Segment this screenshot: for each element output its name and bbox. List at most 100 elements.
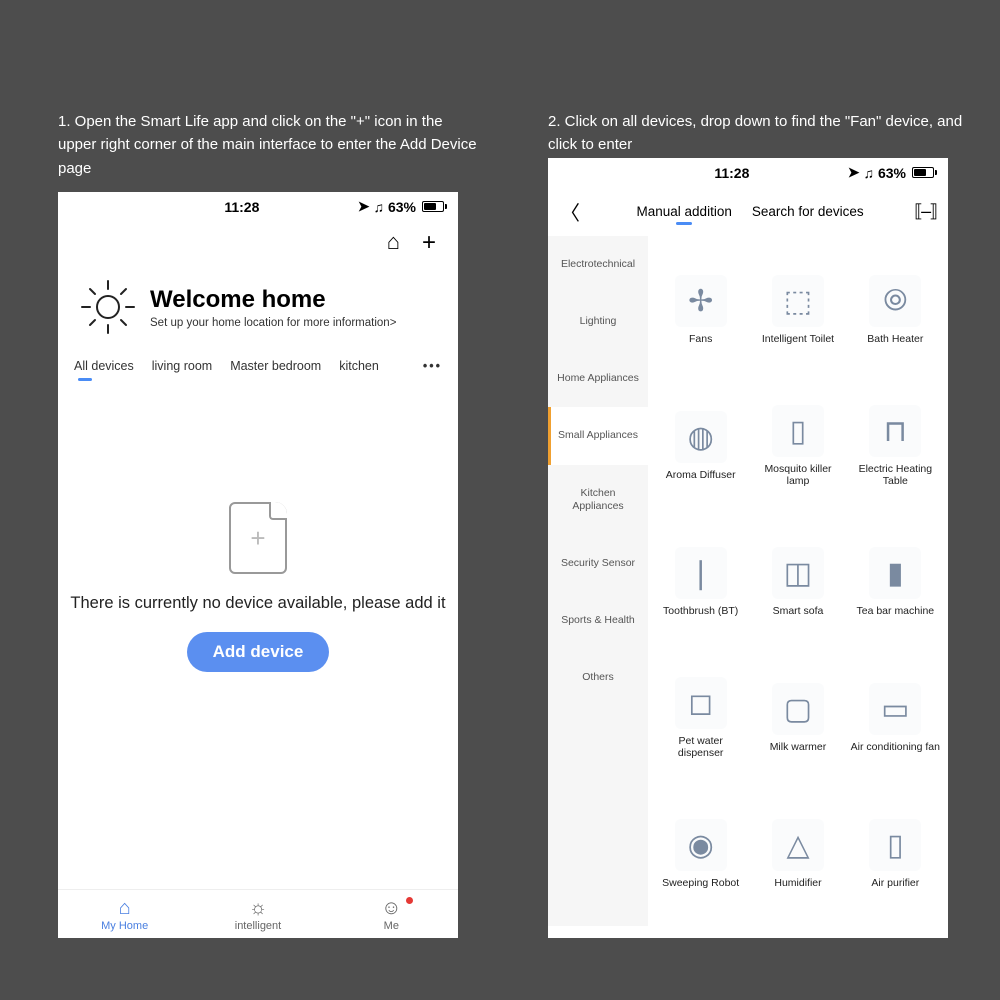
user-icon: ☺ xyxy=(381,898,401,918)
device-label: Aroma Diffuser xyxy=(666,469,736,481)
device-grid: ✢ Fans ⬚ Intelligent Toilet ⦾ Bath Heater ◍ Aro… xyxy=(648,236,948,926)
device-humidifier[interactable]: △ Humidifier xyxy=(749,786,846,922)
location-icon: ➤ xyxy=(848,164,860,181)
headphones-icon: ♫ xyxy=(373,199,384,215)
back-button[interactable]: 〈 xyxy=(560,197,586,226)
category-security-sensor[interactable]: Security Sensor xyxy=(548,535,648,592)
device-air-conditioning-fan[interactable]: ▭ Air conditioning fan xyxy=(847,650,944,786)
welcome-title: Welcome home xyxy=(150,286,396,314)
room-tabs: All devices living room Master bedroom k… xyxy=(58,353,458,377)
device-icon: ❘ xyxy=(675,547,727,599)
device-smart-sofa[interactable]: ◫ Smart sofa xyxy=(749,514,846,650)
device-icon: △ xyxy=(772,819,824,871)
battery-icon xyxy=(912,167,934,178)
device-mosquito-killer-lamp[interactable]: ▯ Mosquito killer lamp xyxy=(749,378,846,514)
status-bar: 11:28 ➤ ♫ 63% xyxy=(548,158,948,187)
device-label: Electric Heating Table xyxy=(851,463,940,487)
empty-state: There is currently no device available, … xyxy=(58,377,458,797)
device-icon: ▭ xyxy=(869,683,921,735)
category-small-appliances[interactable]: Small Appliances xyxy=(548,407,648,464)
status-time: 11:28 xyxy=(126,199,358,215)
welcome-subtitle[interactable]: Set up your home location for more infor… xyxy=(150,317,396,329)
device-fans[interactable]: ✢ Fans xyxy=(652,242,749,378)
device-icon: ▢ xyxy=(772,683,824,735)
instruction-step-2: 2. Click on all devices, drop down to fi… xyxy=(548,110,968,157)
weather-sun-icon xyxy=(80,279,136,335)
phone-screen-home: 11:28 ➤ ♫ 63% ⌂ + Welcome home Set up yo… xyxy=(58,192,458,938)
device-milk-warmer[interactable]: ▢ Milk warmer xyxy=(749,650,846,786)
device-pet-water-dispenser[interactable]: ◻ Pet water dispenser xyxy=(652,650,749,786)
add-device-button[interactable]: Add device xyxy=(187,632,330,672)
mic-icon[interactable]: ⌂ xyxy=(387,231,400,255)
headphones-icon: ♫ xyxy=(863,165,874,181)
tab-search-devices[interactable]: Search for devices xyxy=(746,204,870,219)
phone-screen-add-device: 11:28 ➤ ♫ 63% 〈 Manual addition Search f… xyxy=(548,158,948,938)
category-electrotechnical[interactable]: Electrotechnical xyxy=(548,236,648,293)
battery-icon xyxy=(422,201,444,212)
device-label: Smart sofa xyxy=(773,605,824,617)
device-icon: ⊓ xyxy=(869,405,921,457)
device-icon: ⦾ xyxy=(869,275,921,327)
empty-text: There is currently no device available, … xyxy=(70,592,445,615)
category-home-appliances[interactable]: Home Appliances xyxy=(548,350,648,407)
category-sports-health[interactable]: Sports & Health xyxy=(548,592,648,649)
room-tab-all[interactable]: All devices xyxy=(74,359,134,373)
room-tab-more[interactable]: ••• xyxy=(423,359,442,373)
add-plus-button[interactable]: + xyxy=(422,231,436,255)
room-tab-kitchen[interactable]: kitchen xyxy=(339,359,379,373)
battery-percent: 63% xyxy=(878,165,906,181)
bulb-icon: ☼ xyxy=(249,898,267,918)
tab-intelligent[interactable]: ☼ intelligent xyxy=(191,898,324,932)
category-sidebar: ElectrotechnicalLightingHome AppliancesS… xyxy=(548,236,648,926)
tab-manual-addition[interactable]: Manual addition xyxy=(631,204,738,219)
device-label: Intelligent Toilet xyxy=(762,333,834,345)
device-icon: ⬚ xyxy=(772,275,824,327)
category-kitchen-appliances[interactable]: Kitchen Appliances xyxy=(548,465,648,535)
room-tab-living[interactable]: living room xyxy=(152,359,212,373)
device-label: Air conditioning fan xyxy=(851,741,940,753)
device-aroma-diffuser[interactable]: ◍ Aroma Diffuser xyxy=(652,378,749,514)
device-icon: ◉ xyxy=(675,819,727,871)
device-label: Humidifier xyxy=(774,877,821,889)
status-bar: 11:28 ➤ ♫ 63% xyxy=(58,192,458,221)
device-label: Mosquito killer lamp xyxy=(753,463,842,487)
device-intelligent-toilet[interactable]: ⬚ Intelligent Toilet xyxy=(749,242,846,378)
device-bath-heater[interactable]: ⦾ Bath Heater xyxy=(847,242,944,378)
device-label: Toothbrush (BT) xyxy=(663,605,738,617)
device-icon: ◻ xyxy=(675,677,727,729)
tab-my-home[interactable]: ⌂ My Home xyxy=(58,898,191,932)
status-time: 11:28 xyxy=(616,165,848,181)
room-tab-master[interactable]: Master bedroom xyxy=(230,359,321,373)
instruction-step-1: 1. Open the Smart Life app and click on … xyxy=(58,110,478,180)
device-tea-bar-machine[interactable]: ▮ Tea bar machine xyxy=(847,514,944,650)
location-icon: ➤ xyxy=(358,198,370,215)
device-icon: ◫ xyxy=(772,547,824,599)
bottom-tab-bar: ⌂ My Home ☼ intelligent ☺ Me xyxy=(58,889,458,938)
device-icon: ▮ xyxy=(869,547,921,599)
device-label: Sweeping Robot xyxy=(662,877,739,889)
home-icon: ⌂ xyxy=(119,898,131,918)
device-label: Bath Heater xyxy=(867,333,923,345)
device-electric-heating-table[interactable]: ⊓ Electric Heating Table xyxy=(847,378,944,514)
device-label: Air purifier xyxy=(871,877,919,889)
notification-dot xyxy=(406,897,413,904)
device-air-purifier[interactable]: ▯ Air purifier xyxy=(847,786,944,922)
device-icon: ◍ xyxy=(675,411,727,463)
device-icon: ▯ xyxy=(869,819,921,871)
battery-percent: 63% xyxy=(388,199,416,215)
device-icon: ▯ xyxy=(772,405,824,457)
device-label: Milk warmer xyxy=(770,741,827,753)
category-others[interactable]: Others xyxy=(548,649,648,706)
device-icon: ✢ xyxy=(675,275,727,327)
device-label: Fans xyxy=(689,333,712,345)
category-lighting[interactable]: Lighting xyxy=(548,293,648,350)
scan-icon[interactable]: ⟦–⟧ xyxy=(914,201,936,222)
tab-me[interactable]: ☺ Me xyxy=(325,898,458,932)
empty-doc-icon xyxy=(229,502,287,574)
device-label: Pet water dispenser xyxy=(656,735,745,759)
device-label: Tea bar machine xyxy=(857,605,935,617)
device-toothbrush-bt-[interactable]: ❘ Toothbrush (BT) xyxy=(652,514,749,650)
add-device-top-tabs: 〈 Manual addition Search for devices ⟦–⟧ xyxy=(548,187,948,236)
welcome-header: Welcome home Set up your home location f… xyxy=(58,261,458,353)
device-sweeping-robot[interactable]: ◉ Sweeping Robot xyxy=(652,786,749,922)
